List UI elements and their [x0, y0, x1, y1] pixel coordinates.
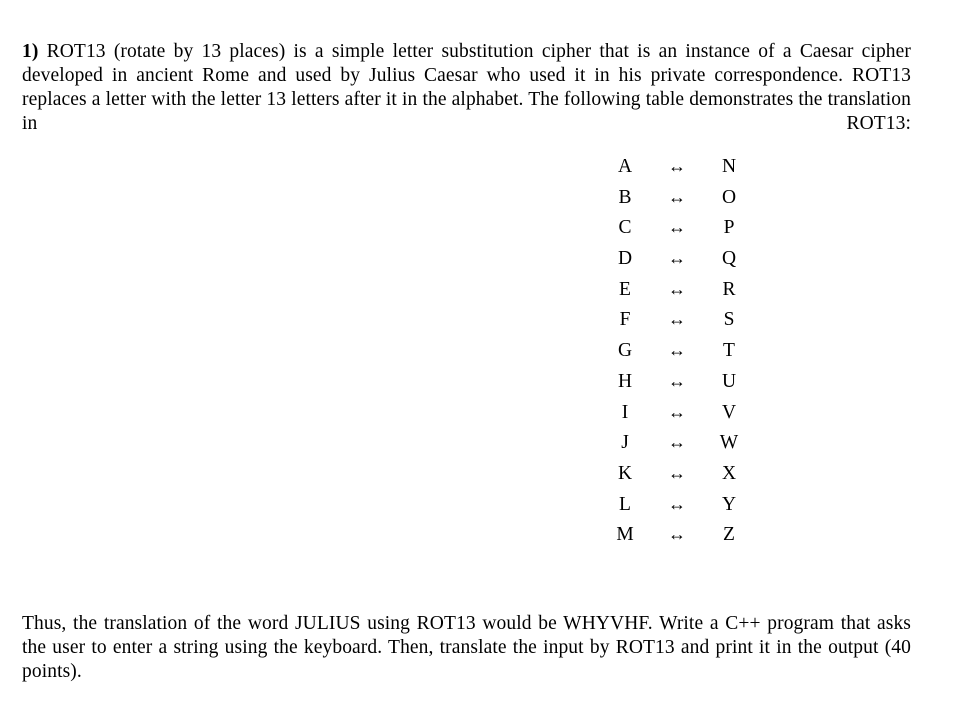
cipher-substituted-letter: Z — [707, 520, 751, 551]
rot13-cipher-table: A↔NB↔OC↔PD↔QE↔RF↔SG↔TH↔UI↔VJ↔WK↔XL↔YM↔Z — [0, 151, 954, 550]
cipher-plain-letter: A — [603, 152, 647, 183]
cipher-substituted-letter: U — [707, 367, 751, 398]
cipher-substituted-letter: T — [707, 336, 751, 367]
cipher-row: G↔T — [0, 335, 954, 366]
left-right-arrow-icon: ↔ — [647, 304, 707, 335]
cipher-substituted-letter: O — [707, 183, 751, 214]
left-right-arrow-icon: ↔ — [647, 427, 707, 458]
left-right-arrow-icon: ↔ — [647, 366, 707, 397]
cipher-row: C↔P — [0, 212, 954, 243]
question-number-label: 1) — [22, 41, 38, 62]
cipher-plain-letter: G — [603, 336, 647, 367]
cipher-row: J↔W — [0, 427, 954, 458]
cipher-row: M↔Z — [0, 519, 954, 550]
left-right-arrow-icon: ↔ — [647, 212, 707, 243]
cipher-substituted-letter: Y — [707, 490, 751, 521]
cipher-row: I↔V — [0, 397, 954, 428]
cipher-substituted-letter: S — [707, 305, 751, 336]
cipher-plain-letter: I — [603, 398, 647, 429]
document-page: 1) ROT13 (rotate by 13 places) is a simp… — [0, 0, 954, 700]
cipher-plain-letter: J — [603, 428, 647, 459]
left-right-arrow-icon: ↔ — [647, 335, 707, 366]
cipher-plain-letter: D — [603, 244, 647, 275]
cipher-plain-letter: L — [603, 490, 647, 521]
cipher-substituted-letter: Q — [707, 244, 751, 275]
intro-paragraph-text: ROT13 (rotate by 13 places) is a simple … — [22, 41, 911, 135]
left-right-arrow-icon: ↔ — [647, 274, 707, 305]
left-right-arrow-icon: ↔ — [647, 151, 707, 182]
left-right-arrow-icon: ↔ — [647, 519, 707, 550]
cipher-substituted-letter: P — [707, 213, 751, 244]
left-right-arrow-icon: ↔ — [647, 458, 707, 489]
closing-paragraph-text: Thus, the translation of the word JULIUS… — [22, 613, 911, 682]
cipher-substituted-letter: W — [707, 428, 751, 459]
left-right-arrow-icon: ↔ — [647, 489, 707, 520]
cipher-plain-letter: M — [603, 520, 647, 551]
cipher-plain-letter: E — [603, 275, 647, 306]
cipher-row: K↔X — [0, 458, 954, 489]
cipher-substituted-letter: R — [707, 275, 751, 306]
left-right-arrow-icon: ↔ — [647, 397, 707, 428]
cipher-row: E↔R — [0, 274, 954, 305]
cipher-row: D↔Q — [0, 243, 954, 274]
intro-paragraph: 1) ROT13 (rotate by 13 places) is a simp… — [22, 40, 911, 161]
cipher-plain-letter: K — [603, 459, 647, 490]
cipher-row: F↔S — [0, 304, 954, 335]
cipher-substituted-letter: V — [707, 398, 751, 429]
cipher-plain-letter: F — [603, 305, 647, 336]
cipher-plain-letter: B — [603, 183, 647, 214]
cipher-plain-letter: H — [603, 367, 647, 398]
cipher-plain-letter: C — [603, 213, 647, 244]
cipher-row: H↔U — [0, 366, 954, 397]
closing-paragraph: Thus, the translation of the word JULIUS… — [22, 612, 911, 708]
cipher-substituted-letter: N — [707, 152, 751, 183]
cipher-row: B↔O — [0, 182, 954, 213]
left-right-arrow-icon: ↔ — [647, 243, 707, 274]
cipher-row: A↔N — [0, 151, 954, 182]
cipher-substituted-letter: X — [707, 459, 751, 490]
cipher-row: L↔Y — [0, 489, 954, 520]
left-right-arrow-icon: ↔ — [647, 182, 707, 213]
